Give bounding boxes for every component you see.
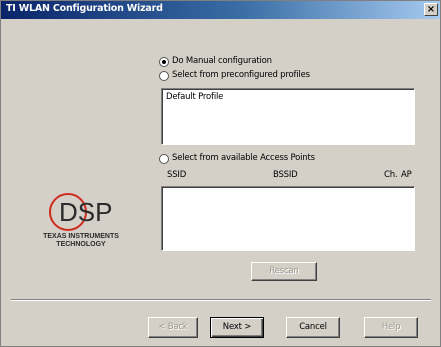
- close-button[interactable]: ×: [424, 3, 438, 16]
- manual-config-label: Do Manual configuration: [172, 56, 272, 66]
- ti-logo-line2: TECHNOLOGY: [56, 241, 106, 248]
- next-button[interactable]: Next >: [210, 317, 264, 338]
- preconfigured-profiles-label: Select from preconfigured profiles: [172, 70, 310, 80]
- manual-config-radio[interactable]: [159, 57, 169, 67]
- rescan-button[interactable]: Rescan: [251, 262, 317, 281]
- column-header-ssid[interactable]: SSID: [167, 170, 186, 180]
- title-bar[interactable]: TI WLAN Configuration Wizard ×: [1, 1, 440, 19]
- ti-logo-text: TEXAS INSTRUMENTS TECHNOLOGY: [41, 233, 121, 249]
- access-points-radio[interactable]: [159, 154, 169, 164]
- profile-item[interactable]: Default Profile: [166, 92, 223, 102]
- back-button[interactable]: < Back: [148, 317, 198, 338]
- column-header-ap[interactable]: AP: [401, 170, 412, 180]
- ti-logo-line1: TEXAS INSTRUMENTS: [43, 233, 119, 240]
- column-header-channel[interactable]: Ch.: [384, 170, 398, 180]
- cancel-button[interactable]: Cancel: [286, 317, 340, 338]
- profiles-listbox[interactable]: Default Profile: [161, 88, 415, 145]
- window-title: TI WLAN Configuration Wizard: [6, 3, 163, 14]
- footer-separator: [11, 299, 431, 301]
- column-header-bssid[interactable]: BSSID: [273, 170, 298, 180]
- preconfigured-profiles-radio[interactable]: [159, 71, 169, 81]
- access-points-listbox[interactable]: [161, 186, 415, 251]
- dsp-logo-text: DSP: [59, 197, 113, 227]
- help-button[interactable]: Help: [364, 317, 418, 338]
- access-points-label: Select from available Access Points: [172, 153, 315, 163]
- wizard-window: TI WLAN Configuration Wizard × Do Manual…: [0, 0, 441, 347]
